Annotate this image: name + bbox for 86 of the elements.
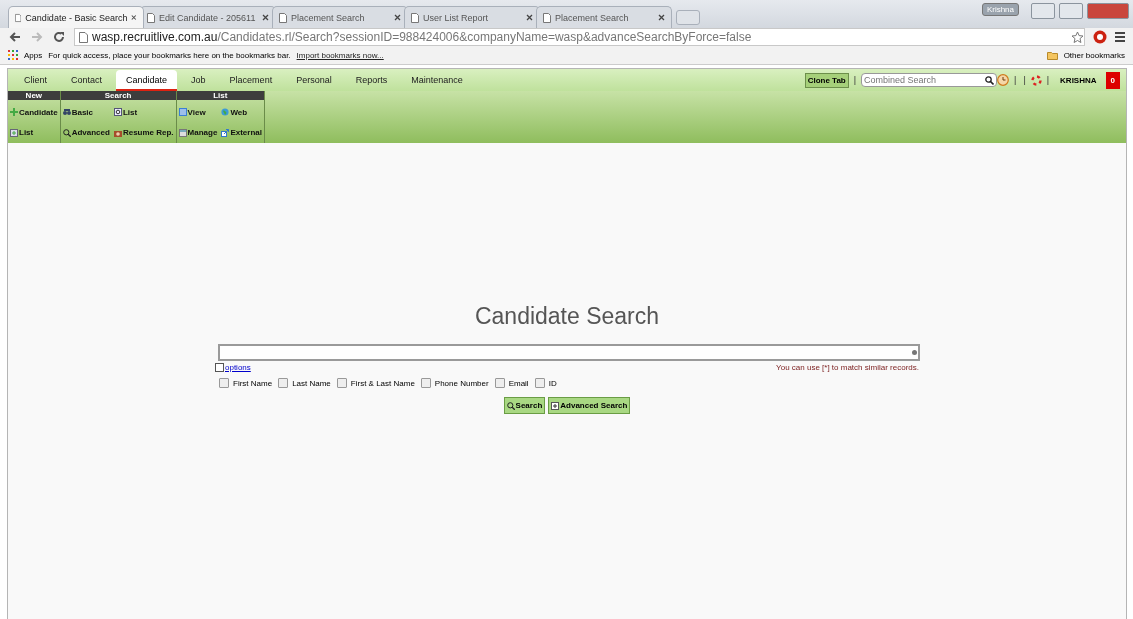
add-list-icon <box>10 128 18 137</box>
options-link[interactable]: options <box>225 363 251 372</box>
checkbox[interactable] <box>534 378 545 388</box>
search-icon <box>506 401 515 410</box>
advanced-search-button[interactable]: Advanced Search <box>548 397 631 414</box>
page-icon <box>15 12 22 23</box>
hint-text: You can use [*] to match similar records. <box>776 363 919 372</box>
checkbox[interactable] <box>494 378 505 388</box>
browser-tab[interactable]: Candidate - Basic Search <box>8 6 144 28</box>
checkbox-label: Last Name <box>292 378 331 388</box>
browser-tab[interactable]: Placement Search <box>536 6 672 28</box>
reload-icon[interactable] <box>52 30 66 44</box>
folder-icon[interactable] <box>1046 50 1058 60</box>
separator-text: | <box>1013 75 1018 85</box>
import-bookmarks-link[interactable]: Import bookmarks now... <box>296 50 384 60</box>
nav-tab[interactable]: Personal <box>286 70 342 90</box>
search-field[interactable] <box>217 344 920 361</box>
plus-icon <box>10 108 18 117</box>
page-icon <box>543 12 551 23</box>
separator-text: | <box>1022 75 1027 85</box>
collapse-icon[interactable] <box>215 363 224 372</box>
ribbon-group-header: List <box>176 91 264 100</box>
checkbox-label: Email <box>508 378 529 388</box>
plus-box-icon <box>551 401 560 410</box>
checkbox[interactable] <box>219 378 229 388</box>
list-search-icon <box>113 108 122 117</box>
combined-search-field[interactable]: Combined Search <box>861 73 998 87</box>
window-icon <box>178 128 187 137</box>
user-name[interactable]: KRISHNA <box>1054 75 1103 85</box>
nav-tab[interactable]: Job <box>181 70 216 90</box>
separator-text: | <box>852 75 858 85</box>
close-icon[interactable] <box>526 14 533 21</box>
ribbon-button[interactable]: View <box>178 107 218 117</box>
external-link-icon <box>221 128 230 137</box>
ribbon-button[interactable]: Basic <box>62 107 110 117</box>
checkbox-label: First Name <box>233 378 273 388</box>
ribbon-button[interactable]: Web <box>221 107 262 117</box>
notification-badge[interactable]: 0 <box>1105 71 1120 89</box>
checkbox[interactable] <box>336 378 347 388</box>
close-icon[interactable] <box>658 14 665 21</box>
close-icon[interactable] <box>262 14 269 21</box>
page-icon <box>79 31 88 43</box>
nav-tab[interactable]: Maintenance <box>401 70 473 90</box>
nav-tab[interactable]: Client <box>14 70 57 90</box>
apps-icon[interactable] <box>8 50 18 60</box>
checkbox-label: Phone Number <box>434 378 489 388</box>
list-view-icon <box>178 108 187 117</box>
other-bookmarks-link[interactable]: Other bookmarks <box>1063 50 1125 60</box>
close-icon[interactable] <box>131 14 137 21</box>
menu-icon[interactable] <box>1115 31 1125 43</box>
nav-tab[interactable]: Placement <box>219 70 283 90</box>
nav-tab[interactable]: Contact <box>61 70 113 90</box>
ribbon-button[interactable]: Manage <box>178 128 218 138</box>
nav-tab[interactable]: Reports <box>345 70 398 90</box>
ribbon-button[interactable]: List <box>113 107 174 117</box>
nav-tab[interactable]: Candidate <box>116 70 178 91</box>
close-icon[interactable] <box>394 14 401 21</box>
minimize-button[interactable] <box>1031 3 1055 19</box>
ribbon-button[interactable]: Candidate <box>10 107 58 117</box>
search-icon <box>62 128 71 137</box>
address-bar[interactable]: wasp.recruitlive.com.au/Candidates.rl/Search?sessionID=988424006&companyName=wasp&advanceSearchByForce=false <box>74 28 1085 46</box>
ribbon-button[interactable]: External <box>221 128 262 138</box>
apps-link[interactable]: Apps <box>24 50 43 60</box>
checkbox-label: ID <box>548 378 557 388</box>
separator-text: | <box>1045 75 1051 85</box>
ribbon-group-header: Search <box>60 91 176 100</box>
page-title: Candidate Search <box>474 303 660 330</box>
ribbon-button[interactable]: Advanced <box>62 128 110 138</box>
back-icon[interactable] <box>8 30 22 44</box>
star-icon[interactable] <box>1071 30 1084 44</box>
page-icon <box>279 12 287 23</box>
globe-icon <box>221 108 230 117</box>
maximize-button[interactable] <box>1059 3 1083 19</box>
ribbon-button[interactable]: List <box>10 128 58 138</box>
page-icon <box>147 12 155 23</box>
ribbon-button[interactable]: Resume Rep. <box>113 128 174 138</box>
checkbox-label: First & Last Name <box>350 378 415 388</box>
search-button[interactable]: Search <box>503 397 546 414</box>
checkbox[interactable] <box>278 378 289 388</box>
binoculars-icon <box>62 108 71 117</box>
url-text: wasp.recruitlive.com.au/Candidates.rl/Search?sessionID=988424006&companyName=wasp&advanceSearchByForce=false <box>92 30 752 44</box>
ribbon-group-header: New <box>8 91 60 100</box>
page-icon <box>411 12 419 23</box>
bookmarks-message: For quick access, place your bookmarks here on the bookmarks bar. <box>48 50 291 60</box>
checkbox[interactable] <box>420 378 431 388</box>
clone-tab-button[interactable]: Clone Tab <box>804 72 849 88</box>
